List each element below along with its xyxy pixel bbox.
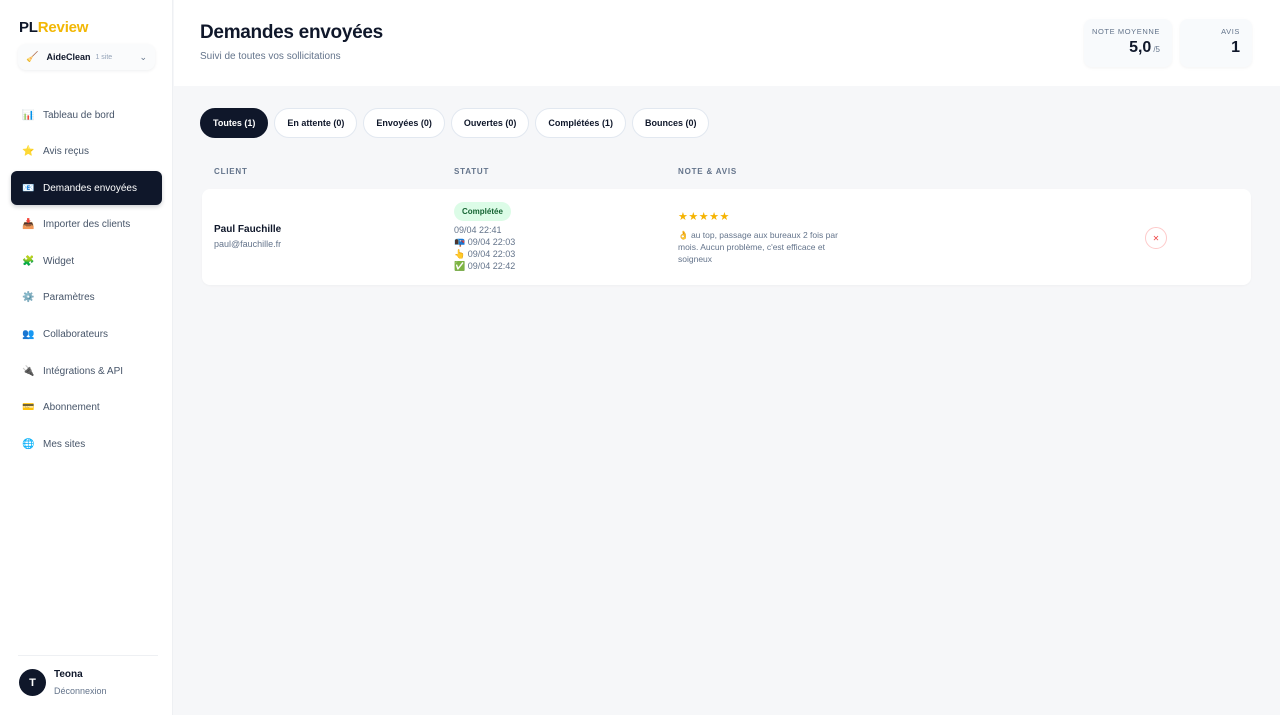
filter-bounces[interactable]: Bounces (0): [631, 108, 710, 138]
gear-icon: ⚙️: [22, 292, 35, 304]
review-count-label: AVIS: [1221, 27, 1240, 36]
logo-part-review: Review: [37, 19, 89, 36]
sidebar-item-label: Paramètres: [43, 292, 95, 304]
broom-icon: 🧹: [26, 51, 39, 63]
close-icon: ✕: [1152, 233, 1160, 243]
timeline-created: 09/04 22:41: [454, 225, 502, 235]
sidebar-item-import[interactable]: 📥 Importer des clients: [11, 208, 162, 242]
site-name: AideClean: [46, 52, 91, 62]
table-row: Paul Fauchille paul@fauchille.fr Complét…: [202, 189, 1251, 285]
sidebar-item-label: Intégrations & API: [43, 365, 124, 377]
logout-link[interactable]: Déconnexion: [54, 686, 107, 696]
delete-button[interactable]: ✕: [1145, 227, 1167, 249]
inbox-icon: 📥: [22, 219, 35, 231]
page-title: Demandes envoyées: [200, 22, 383, 43]
logo-part-pl: PL: [19, 19, 38, 36]
sidebar-item-requests[interactable]: 📧 Demandes envoyées: [11, 171, 162, 206]
app-logo[interactable]: PLReview: [19, 19, 88, 36]
filter-pending[interactable]: En attente (0): [274, 108, 358, 138]
average-rating-label: NOTE MOYENNE: [1091, 27, 1160, 36]
sidebar-item-reviews[interactable]: ⭐ Avis reçus: [11, 135, 162, 169]
page-subtitle: Suivi de toutes vos sollicitations: [200, 51, 341, 62]
status-filter-bar: Toutes (1) En attente (0) Envoyées (0) O…: [200, 108, 715, 138]
sidebar-item-label: Collaborateurs: [43, 329, 109, 341]
filter-opened[interactable]: Ouvertes (0): [450, 108, 530, 138]
sidebar-item-collaborators[interactable]: 👥 Collaborateurs: [11, 318, 162, 352]
site-count: 1 site: [95, 53, 113, 61]
review-text: 👌 au top, passage aux bureaux 2 fois par…: [678, 230, 838, 264]
sidebar-item-settings[interactable]: ⚙️ Paramètres: [11, 281, 162, 315]
average-rating-suffix: /5: [1153, 45, 1160, 54]
sidebar-item-sites[interactable]: 🌐 Mes sites: [11, 427, 162, 461]
avatar[interactable]: T: [19, 669, 46, 696]
sidebar-item-dashboard[interactable]: 📊 Tableau de bord: [11, 98, 162, 132]
chevron-down-icon: ⌄: [139, 51, 147, 62]
divider: [18, 655, 158, 656]
site-selector[interactable]: 🧹 AideClean 1 site ⌄: [18, 44, 155, 70]
average-rating-card: NOTE MOYENNE 5,0/5: [1084, 19, 1172, 67]
sidebar-item-label: Widget: [43, 255, 75, 267]
column-header-status: STATUT: [454, 167, 490, 176]
sidebar-item-label: Demandes envoyées: [43, 182, 137, 194]
timeline-sent: 📭 09/04 22:03: [454, 237, 516, 247]
client-email: paul@fauchille.fr: [214, 239, 282, 249]
credit-card-icon: 💳: [22, 402, 35, 414]
review-count-value: 1: [1231, 39, 1240, 56]
filter-completed[interactable]: Complétées (1): [535, 108, 626, 138]
filter-sent[interactable]: Envoyées (0): [363, 108, 445, 138]
client-name: Paul Fauchille: [214, 224, 282, 235]
timeline-completed: ✅ 09/04 22:42: [454, 261, 516, 271]
rating-stars: ★★★★★: [678, 211, 730, 223]
sidebar-item-widget[interactable]: 🧩 Widget: [11, 244, 162, 278]
sidebar-item-label: Abonnement: [43, 402, 100, 414]
sidebar-item-label: Tableau de bord: [43, 109, 115, 121]
chart-icon: 📊: [22, 109, 35, 121]
mail-icon: 📧: [22, 182, 35, 194]
timeline-clicked: 👆 09/04 22:03: [454, 249, 516, 259]
status-badge: Complétée: [454, 202, 511, 221]
column-header-review: NOTE & AVIS: [678, 167, 738, 176]
users-icon: 👥: [22, 329, 35, 341]
page-header: Demandes envoyées Suivi de toutes vos so…: [174, 0, 1280, 86]
average-rating-value: 5,0: [1129, 39, 1152, 56]
filter-all[interactable]: Toutes (1): [200, 108, 269, 138]
sidebar-item-label: Mes sites: [43, 438, 86, 450]
star-icon: ⭐: [22, 146, 35, 158]
plug-icon: 🔌: [22, 365, 35, 377]
sidebar-item-integrations[interactable]: 🔌 Intégrations & API: [11, 354, 162, 388]
user-name: Teona: [54, 669, 83, 680]
globe-icon: 🌐: [22, 438, 35, 450]
review-count-card: AVIS 1: [1180, 19, 1252, 67]
sidebar-item-subscription[interactable]: 💳 Abonnement: [11, 391, 162, 425]
sidebar-nav: 📊 Tableau de bord ⭐ Avis reçus 📧 Demande…: [11, 98, 162, 464]
puzzle-icon: 🧩: [22, 255, 35, 267]
column-header-client: CLIENT: [214, 167, 248, 176]
sidebar-item-label: Avis reçus: [43, 146, 89, 158]
sidebar-item-label: Importer des clients: [43, 219, 131, 231]
sidebar: PLReview 🧹 AideClean 1 site ⌄ 📊 Tableau …: [0, 0, 173, 715]
